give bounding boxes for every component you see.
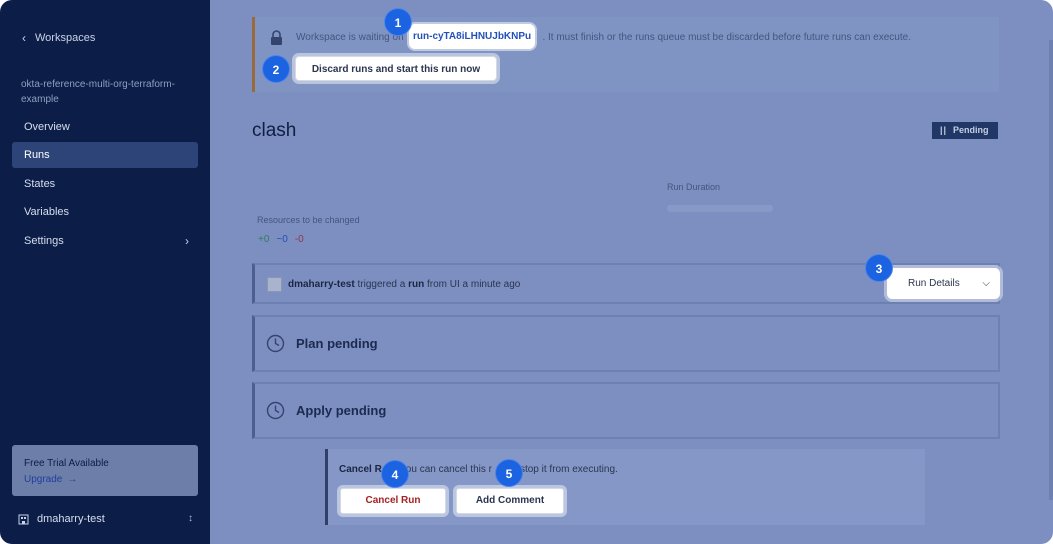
sidebar-item-label: Runs xyxy=(24,149,50,161)
banner-message-text: Workspace is waiting on xyxy=(296,32,404,43)
chevron-up-down-icon: ↕ xyxy=(188,513,193,524)
trigger-user[interactable]: dmaharry-test xyxy=(288,279,355,290)
resource-counts: +0 ~0 -0 xyxy=(258,234,304,245)
resources-add-count: +0 xyxy=(258,234,270,245)
trigger-text-2: from UI a minute ago xyxy=(426,279,521,290)
sidebar-item-label: States xyxy=(24,178,56,190)
step-marker-1: 1 xyxy=(384,8,412,36)
sidebar-item-settings[interactable]: Settings › xyxy=(12,228,198,254)
back-label: Workspaces xyxy=(35,32,96,44)
status-label: Pending xyxy=(953,125,989,135)
back-to-workspaces-link[interactable]: ‹ Workspaces xyxy=(22,31,95,45)
upgrade-label: Upgrade xyxy=(24,474,63,485)
step-marker-5: 5 xyxy=(495,459,523,487)
plan-stage[interactable]: Plan pending xyxy=(252,315,1000,372)
sidebar-item-label: Overview xyxy=(24,121,70,133)
org-switcher[interactable]: dmaharry-test ↕ xyxy=(18,513,193,525)
resources-change-count: ~0 xyxy=(276,234,288,245)
sidebar-item-states[interactable]: States xyxy=(12,171,198,197)
cancel-text: ou can cancel this r xyxy=(405,464,492,475)
workspace-name: okta-reference-multi-org-terraform-examp… xyxy=(21,79,175,105)
run-details-button[interactable]: Run Details ⌵ xyxy=(887,268,1000,299)
trigger-text: dmaharry-test triggered a run from UI a … xyxy=(288,279,520,290)
queue-warning-banner: Workspace is waiting on . It must finish… xyxy=(252,17,999,92)
trigger-run-word: run xyxy=(408,279,425,290)
arrow-right-icon: → xyxy=(67,474,78,485)
add-comment-button[interactable]: Add Comment xyxy=(456,488,564,514)
upgrade-link[interactable]: Upgrade → xyxy=(24,474,186,485)
org-name: dmaharry-test xyxy=(37,513,105,525)
sidebar: ‹ Workspaces okta-reference-multi-org-te… xyxy=(0,0,210,544)
sidebar-item-variables[interactable]: Variables xyxy=(12,199,198,225)
sidebar-item-overview[interactable]: Overview xyxy=(12,114,198,140)
run-duration-label: Run Duration xyxy=(667,182,721,192)
cancel-title: Cancel R xyxy=(339,464,382,475)
lock-icon xyxy=(271,30,282,45)
trigger-text-1: triggered a xyxy=(357,279,406,290)
cancel-run-button[interactable]: Cancel Run xyxy=(340,488,446,514)
sidebar-item-label: Settings xyxy=(24,235,64,247)
free-trial-card: Free Trial Available Upgrade → xyxy=(12,445,198,496)
discard-runs-button[interactable]: Discard runs and start this run now xyxy=(295,56,497,81)
step-marker-2: 2 xyxy=(262,55,290,83)
cancel-text-2: stop it from executing. xyxy=(519,464,618,475)
banner-message: Workspace is waiting on . It must finish… xyxy=(296,32,911,43)
resources-label: Resources to be changed xyxy=(257,215,360,225)
status-badge: || Pending xyxy=(932,122,998,139)
chevron-right-icon: › xyxy=(185,234,189,248)
blocking-run-link[interactable]: run-cyTA8iLHNUJbKNPu xyxy=(409,24,536,49)
apply-stage-label: Apply pending xyxy=(296,403,387,418)
run-title: clash xyxy=(252,120,297,141)
app-frame: ‹ Workspaces okta-reference-multi-org-te… xyxy=(0,0,1053,544)
sidebar-item-label: Variables xyxy=(24,206,70,218)
apply-stage[interactable]: Apply pending xyxy=(252,382,1000,439)
chevron-down-icon: ⌵ xyxy=(982,278,990,289)
scrollbar[interactable] xyxy=(1049,40,1053,500)
clock-icon xyxy=(266,334,285,353)
resources-destroy-count: -0 xyxy=(294,234,304,245)
step-marker-4: 4 xyxy=(381,460,409,488)
avatar xyxy=(267,277,282,292)
clock-icon xyxy=(266,401,285,420)
building-icon xyxy=(18,514,29,524)
banner-message-tail: . It must finish or the runs queue must … xyxy=(542,32,911,43)
pause-icon: || xyxy=(940,125,948,135)
step-marker-3: 3 xyxy=(865,254,893,282)
run-duration-placeholder xyxy=(667,205,773,212)
sidebar-item-runs[interactable]: Runs xyxy=(12,142,198,168)
plan-stage-label: Plan pending xyxy=(296,336,378,351)
run-details-label: Run Details xyxy=(908,278,960,289)
trial-title: Free Trial Available xyxy=(24,458,109,469)
main-content: Workspace is waiting on . It must finish… xyxy=(210,0,1053,544)
chevron-left-icon: ‹ xyxy=(22,31,26,45)
